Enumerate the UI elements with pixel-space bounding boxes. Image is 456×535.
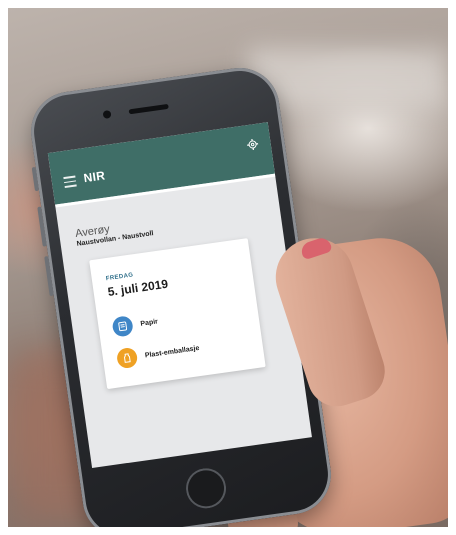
app-title: NIR [82,168,107,186]
waste-type-item: Plast-emballasje [115,338,201,370]
menu-icon[interactable] [63,175,77,188]
location-block[interactable]: Averøy Naustvollan - Naustvoll [75,217,154,248]
paper-recycle-icon [111,315,134,338]
waste-type-label: Plast-emballasje [144,344,200,359]
collection-card[interactable]: FREDAG 5. juli 2019 Papir Plast-emballas… [89,238,266,390]
plastic-recycle-icon [115,346,139,370]
photo-background: NIR Averøy Naustvollan - Naustvoll FREDA… [8,8,448,527]
phone-screen: NIR Averøy Naustvollan - Naustvoll FREDA… [47,122,312,468]
waste-type-label: Papir [140,317,159,328]
gear-icon[interactable] [246,138,260,152]
collection-day: FREDAG [105,272,134,283]
waste-type-item: Papir [111,311,159,338]
